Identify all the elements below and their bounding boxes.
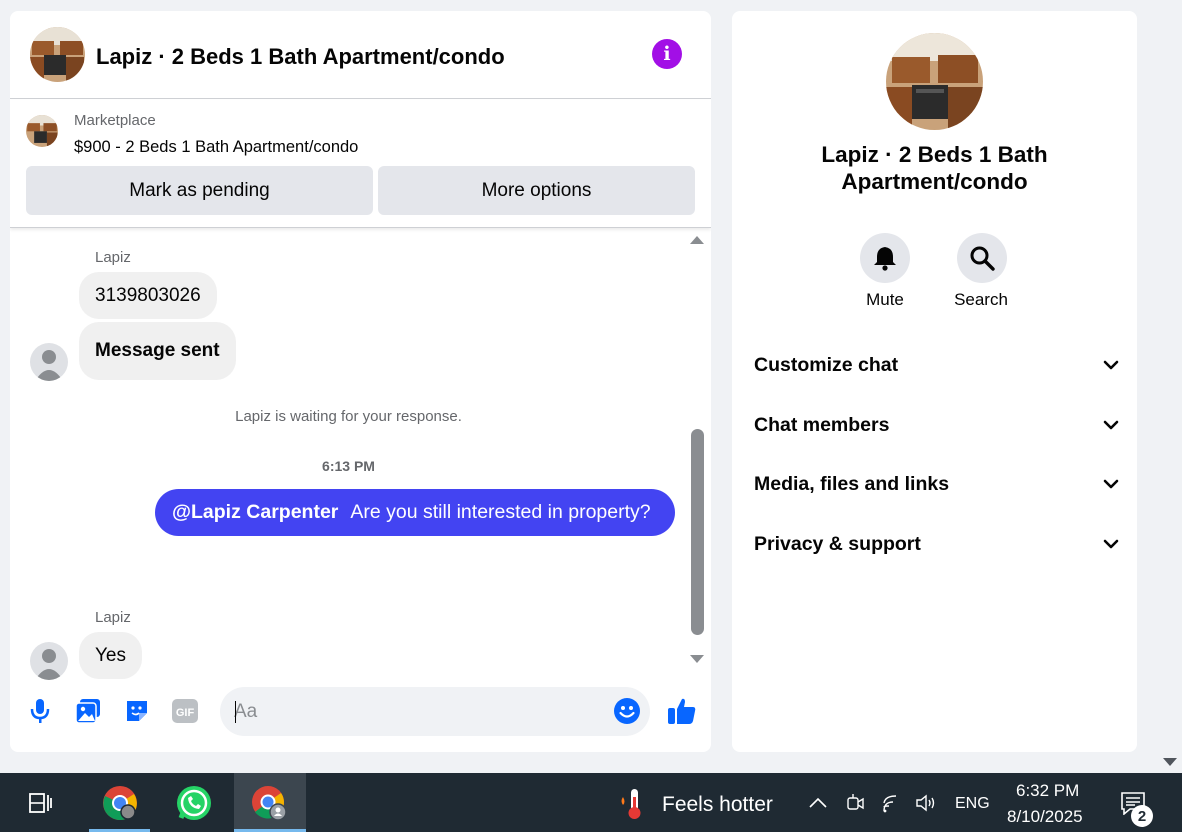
gif-icon[interactable]: GIF (171, 697, 199, 725)
section-label: Chat members (754, 413, 890, 436)
mute-label: Mute (866, 290, 904, 309)
page-scroll-down-arrow[interactable] (1163, 758, 1177, 766)
chrome-taskbar-icon[interactable] (89, 773, 150, 832)
mark-as-pending-button[interactable]: Mark as pending (26, 166, 373, 215)
chrome-profile-taskbar-icon[interactable] (234, 773, 306, 832)
info-icon[interactable]: i (652, 39, 682, 69)
mention-tag[interactable]: @Lapiz Carpenter (172, 501, 338, 524)
sticker-icon[interactable] (123, 697, 151, 725)
section-label: Customize chat (754, 353, 899, 376)
chevron-down-icon (1103, 420, 1119, 430)
task-view-icon[interactable] (10, 773, 71, 832)
listing-title[interactable]: $900 - 2 Beds 1 Bath Apartment/condo (74, 138, 358, 157)
message-bubble[interactable]: Message sent (79, 322, 236, 380)
mute-button[interactable] (860, 233, 910, 283)
message-bubble[interactable]: Yes (79, 632, 142, 679)
search-icon (970, 246, 995, 271)
image-icon[interactable] (74, 697, 102, 725)
chevron-up-icon[interactable] (805, 773, 831, 832)
search-label: Search (954, 290, 1008, 309)
profile-title: Lapiz · 2 Beds 1 Bath Apartment/condo (821, 142, 1048, 194)
chat-panel: Lapiz · 2 Beds 1 Bath Apartment/condo i … (10, 11, 711, 752)
language-indicator[interactable]: ENG (955, 795, 990, 813)
clock-time[interactable]: 6:32 PM (1016, 781, 1079, 801)
weather-text[interactable]: Feels hotter (662, 793, 773, 817)
chevron-down-icon (1103, 479, 1119, 489)
sender-name: Lapiz (95, 249, 131, 266)
outgoing-message-text: Are you still interested in property? (350, 501, 651, 523)
scroll-up-arrow[interactable] (690, 236, 704, 244)
message-input[interactable] (234, 687, 594, 736)
avatar[interactable] (30, 343, 68, 381)
notification-count-badge: 2 (1131, 805, 1153, 827)
chat-info-panel: Lapiz · 2 Beds 1 Bath Apartment/condo Mu… (732, 11, 1137, 752)
chevron-down-icon (1103, 539, 1119, 549)
chat-header: Lapiz · 2 Beds 1 Bath Apartment/condo i (10, 11, 711, 99)
clock-date[interactable]: 8/10/2025 (1007, 807, 1083, 827)
chat-title[interactable]: Lapiz · 2 Beds 1 Bath Apartment/condo (96, 44, 505, 70)
scroll-down-arrow[interactable] (690, 655, 704, 663)
message-list[interactable]: Lapiz 3139803026 Message sent Lapiz is w… (10, 229, 711, 680)
microphone-icon[interactable] (26, 697, 54, 725)
search-button[interactable] (957, 233, 1007, 283)
thumbs-up-icon[interactable] (666, 695, 698, 727)
taskbar: Feels hotter ENG 6:32 PM 8/10/2025 2 (0, 773, 1182, 832)
wifi-icon[interactable] (878, 773, 906, 832)
thermometer-icon[interactable] (603, 773, 659, 832)
message-bubble[interactable]: 3139803026 (79, 272, 217, 319)
sender-name: Lapiz (95, 609, 131, 626)
whatsapp-taskbar-icon[interactable] (163, 773, 224, 832)
more-options-button[interactable]: More options (378, 166, 695, 215)
section-chat-members[interactable]: Chat members (754, 405, 1119, 445)
section-customize-chat[interactable]: Customize chat (754, 345, 1119, 385)
section-privacy-support[interactable]: Privacy & support (754, 524, 1119, 564)
bell-icon (874, 247, 896, 271)
message-timestamp: 6:13 PM (322, 458, 375, 474)
profile-picture[interactable] (886, 33, 983, 130)
listing-card: Marketplace $900 - 2 Beds 1 Bath Apartme… (10, 100, 711, 228)
outgoing-message-bubble[interactable]: @Lapiz Carpenter Are you still intereste… (155, 489, 675, 536)
waiting-status: Lapiz is waiting for your response. (235, 408, 462, 425)
section-label: Media, files and links (754, 472, 950, 495)
text-caret (235, 701, 236, 723)
section-label: Privacy & support (754, 532, 921, 555)
chevron-down-icon (1103, 360, 1119, 370)
scrollbar-thumb[interactable] (691, 429, 704, 635)
message-input-wrapper[interactable] (220, 687, 650, 736)
listing-thumbnail-small[interactable] (26, 115, 58, 147)
section-media-files-links[interactable]: Media, files and links (754, 464, 1119, 504)
listing-category: Marketplace (74, 112, 156, 129)
avatar[interactable] (30, 642, 68, 680)
emoji-icon[interactable] (613, 697, 641, 725)
listing-thumbnail[interactable] (30, 27, 85, 82)
volume-icon[interactable] (912, 773, 940, 832)
meet-now-icon[interactable] (842, 773, 868, 832)
svg-text:GIF: GIF (176, 707, 195, 719)
